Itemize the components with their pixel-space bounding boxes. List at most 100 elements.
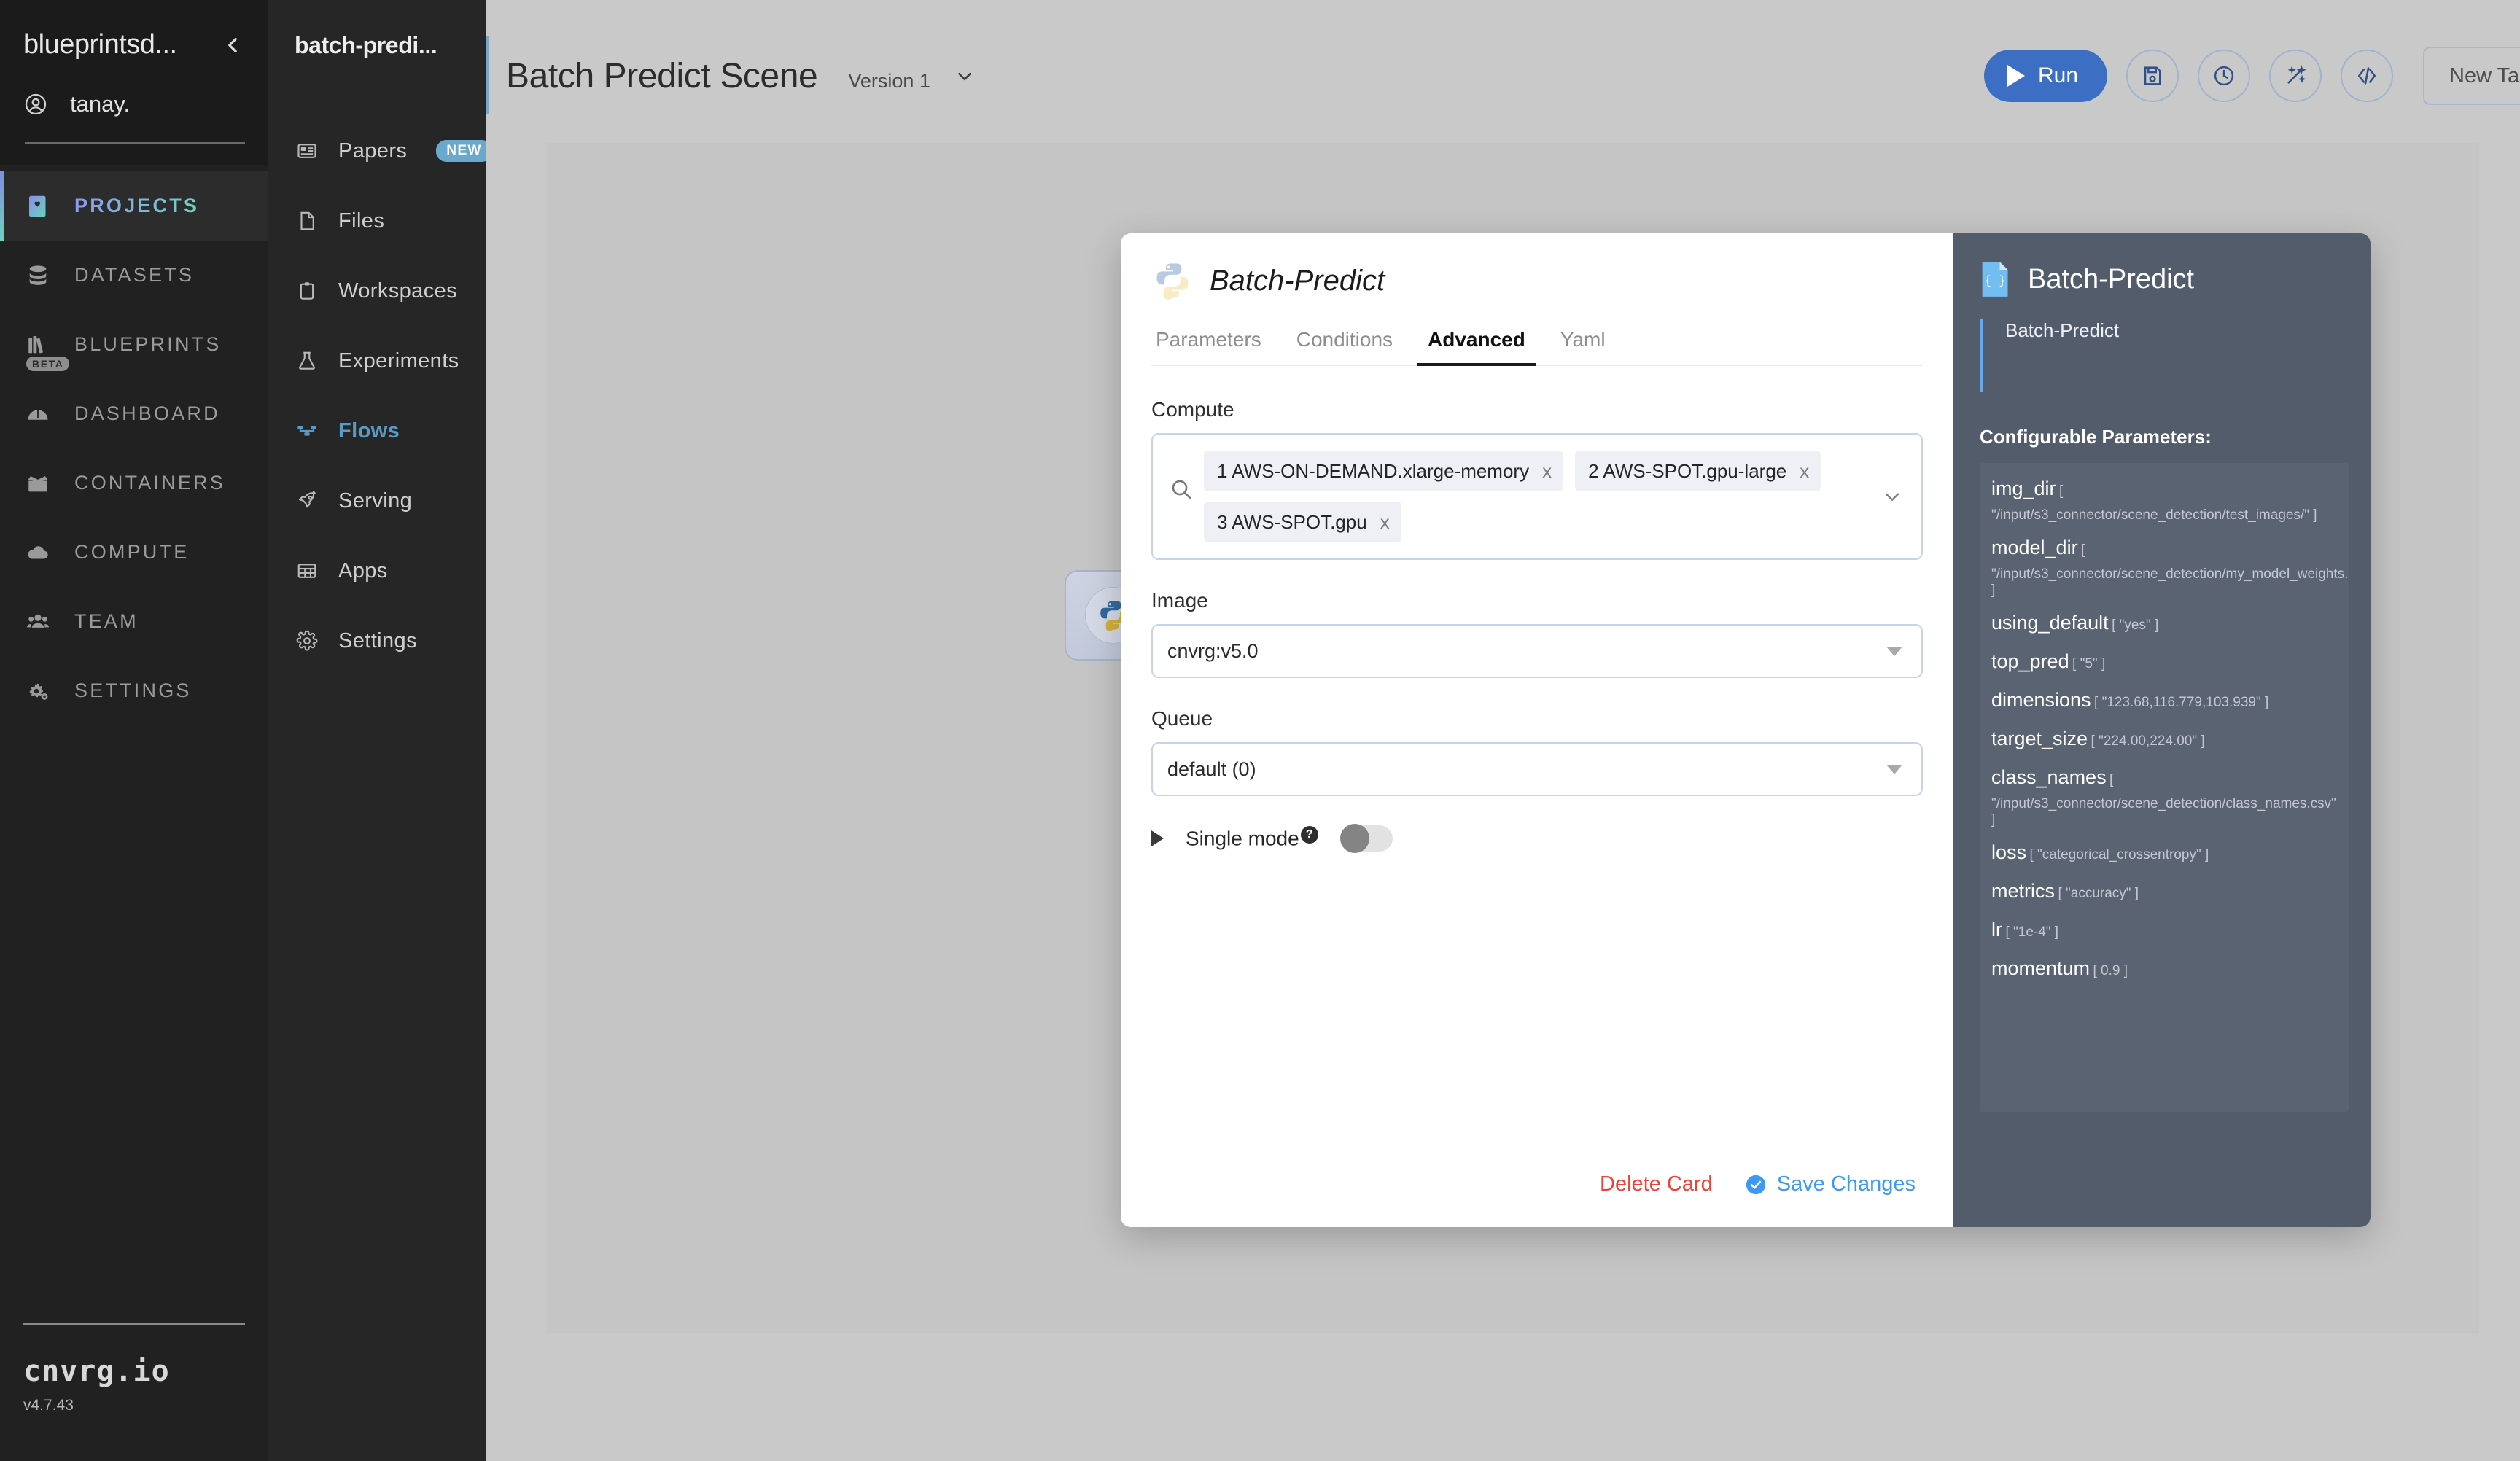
- close-icon[interactable]: x: [1542, 460, 1552, 483]
- code-view-button[interactable]: [2341, 50, 2394, 102]
- info-panel-header: { } Batch-Predict: [1980, 260, 2349, 299]
- modal-tabs: Parameters Conditions Advanced Yaml: [1151, 328, 1923, 366]
- database-icon-svg: [29, 265, 47, 285]
- toolbar-buttons: Run: [1984, 50, 2394, 102]
- tab-parameters[interactable]: Parameters: [1151, 328, 1279, 365]
- new-badge: NEW: [436, 140, 492, 162]
- json-file-icon: { }: [1982, 262, 2008, 297]
- parameter-value: [ 0.9 ]: [2093, 963, 2128, 978]
- compute-field: Compute 1 AWS-ON-DEMAND.xlarge-memory x …: [1151, 398, 1923, 560]
- flow-icon: [295, 418, 319, 443]
- chevron-down-icon[interactable]: [1881, 485, 1904, 508]
- sidebar-item-files[interactable]: Files: [268, 186, 486, 256]
- single-mode-text: Single mode: [1186, 827, 1299, 850]
- sidebar-item-containers[interactable]: CONTAINERS: [0, 448, 268, 518]
- info-panel-quote-text: Batch-Predict: [2005, 319, 2120, 341]
- sidebar-item-compute[interactable]: COMPUTE: [0, 518, 268, 587]
- parameter-item: dimensions [ "123.68,116.779,103.939" ]: [1991, 689, 2343, 712]
- clipboard-icon-svg: [300, 282, 314, 300]
- modal-header: Batch-Predict: [1151, 260, 1923, 302]
- queue-select-value: default (0): [1167, 757, 1256, 780]
- sidebar-item-dashboard[interactable]: DASHBOARD: [0, 379, 268, 448]
- database-icon: [23, 261, 52, 290]
- org-name: blueprintsd...: [23, 29, 177, 60]
- sidebar-item-workspaces[interactable]: Workspaces: [268, 256, 486, 326]
- sidebar-item-project-settings[interactable]: Settings: [268, 606, 486, 676]
- user-row[interactable]: tanay.: [23, 91, 245, 117]
- books-icon: BETA: [23, 330, 70, 371]
- parameter-bracket: [: [2081, 542, 2085, 558]
- chevron-down-icon[interactable]: [954, 66, 976, 87]
- sidebar-item-serving[interactable]: Serving: [268, 466, 486, 536]
- sidebar-item-flows[interactable]: Flows: [268, 396, 486, 466]
- run-button[interactable]: Run: [1984, 50, 2108, 102]
- sidebar-item-blueprints[interactable]: BETA BLUEPRINTS: [0, 310, 268, 379]
- brand-version: v4.7.43: [23, 1397, 74, 1414]
- sidebar-item-experiments[interactable]: Experiments: [268, 326, 486, 396]
- parameter-name: top_pred: [1991, 650, 2069, 672]
- tab-conditions[interactable]: Conditions: [1279, 328, 1410, 365]
- parameter-value: [ "123.68,116.779,103.939" ]: [2094, 695, 2269, 710]
- delete-card-button[interactable]: Delete Card: [1600, 1172, 1713, 1196]
- compute-chip[interactable]: 3 AWS-SPOT.gpu x: [1204, 502, 1401, 542]
- single-mode-toggle[interactable]: [1339, 824, 1393, 853]
- queue-select[interactable]: default (0): [1151, 742, 1923, 796]
- file-icon: [295, 209, 319, 233]
- parameter-item: momentum [ 0.9 ]: [1991, 957, 2343, 980]
- save-changes-button[interactable]: Save Changes: [1745, 1172, 1916, 1196]
- parameter-name: momentum: [1991, 957, 2091, 979]
- toggle-knob: [1339, 824, 1369, 853]
- gears-icon: [23, 677, 52, 706]
- collapse-sidebar-icon[interactable]: [220, 33, 245, 58]
- modal-footer: Delete Card Save Changes: [1151, 1172, 1923, 1227]
- tab-yaml[interactable]: Yaml: [1543, 328, 1623, 365]
- image-select[interactable]: cnvrg:v5.0: [1151, 624, 1923, 678]
- sidebar-item-projects[interactable]: PROJECTS: [0, 171, 268, 241]
- flask-icon-svg: [299, 351, 315, 370]
- single-mode-label: Single mode?: [1186, 826, 1318, 850]
- save-button[interactable]: [2126, 50, 2179, 102]
- expand-triangle-icon[interactable]: [1151, 830, 1164, 846]
- sidebar-item-settings[interactable]: SETTINGS: [0, 656, 268, 725]
- history-button[interactable]: [2198, 50, 2251, 102]
- close-icon[interactable]: x: [1800, 460, 1809, 483]
- org-row: blueprintsd...: [23, 29, 245, 61]
- close-icon[interactable]: x: [1380, 511, 1390, 534]
- sidebar-item-datasets[interactable]: DATASETS: [0, 241, 268, 310]
- help-icon[interactable]: ?: [1300, 826, 1318, 844]
- parameter-name: dimensions: [1991, 689, 2091, 711]
- title-wrap: Batch Predict Scene Version 1: [486, 35, 976, 114]
- tab-advanced[interactable]: Advanced: [1410, 328, 1543, 366]
- compute-label: Compute: [1151, 398, 1234, 421]
- title-accent-bar: [486, 35, 489, 114]
- parameter-value: [ "yes" ]: [2112, 617, 2159, 633]
- brand-name: cnvrg.io: [23, 1355, 170, 1388]
- parameter-list[interactable]: img_dir [ "/input/s3_connector/scene_det…: [1980, 463, 2349, 1112]
- task-select-value: New Task: [2449, 63, 2520, 87]
- magic-wand-icon: [2287, 65, 2306, 84]
- compute-chip[interactable]: 2 AWS-SPOT.gpu-large x: [1575, 451, 1821, 491]
- sidebar-item-label: Serving: [338, 488, 413, 513]
- task-select[interactable]: New Task: [2423, 47, 2520, 105]
- parameter-name: metrics: [1991, 880, 2055, 902]
- compute-multiselect[interactable]: 1 AWS-ON-DEMAND.xlarge-memory x 2 AWS-SP…: [1151, 433, 1923, 560]
- parameter-value: "/input/s3_connector/scene_detection/cla…: [1991, 796, 2336, 827]
- parameter-value: "/input/s3_connector/scene_detection/my_…: [1991, 566, 2349, 598]
- project-sidebar: batch-predi... Papers NEW Files Workspac…: [268, 0, 492, 1461]
- save-changes-label: Save Changes: [1776, 1172, 1916, 1196]
- parameter-value: [ "categorical_crossentropy" ]: [2029, 847, 2209, 862]
- compute-chip[interactable]: 1 AWS-ON-DEMAND.xlarge-memory x: [1204, 451, 1564, 491]
- parameter-name: model_dir: [1991, 537, 2078, 558]
- sidebar-item-label: Experiments: [338, 348, 459, 373]
- people-icon: [23, 607, 52, 636]
- sidebar-item-apps[interactable]: Apps: [268, 536, 486, 606]
- sidebar-item-papers[interactable]: Papers NEW: [268, 116, 492, 186]
- magic-button[interactable]: [2269, 50, 2322, 102]
- history-clock-icon: [2214, 66, 2234, 86]
- sidebar-item-team[interactable]: TEAM: [0, 587, 268, 656]
- sidebar-item-label: SETTINGS: [74, 679, 192, 701]
- books-icon-svg: [28, 335, 43, 353]
- parameter-name: using_default: [1991, 612, 2109, 634]
- run-button-label: Run: [2038, 63, 2079, 87]
- info-panel-title: Batch-Predict: [2028, 263, 2195, 295]
